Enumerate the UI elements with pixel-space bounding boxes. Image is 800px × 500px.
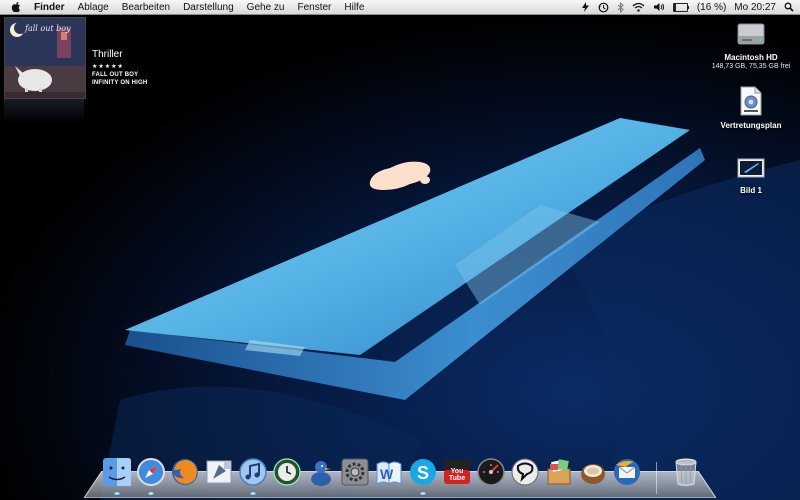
screenshot-image-icon [737, 157, 765, 186]
dock: W S You Tube [100, 455, 644, 491]
dock-adium[interactable] [304, 455, 338, 489]
desktop-icon-label: Vertretungsplan [720, 121, 782, 130]
hard-drive-icon [736, 20, 766, 53]
running-indicator-safari [148, 492, 154, 495]
desktop-icon-sublabel: 148,73 GB, 75,35 GB frei [711, 63, 791, 70]
album-cover: fall out boy [4, 17, 86, 99]
menu-gehe-zu[interactable]: Gehe zu [247, 2, 285, 13]
itunes-icon [239, 458, 267, 486]
dock-safari[interactable] [134, 455, 168, 489]
coconut-icon [581, 464, 605, 484]
running-indicator-skype [420, 492, 426, 495]
menu-extras: (16 %) Mo 20:27 [573, 0, 794, 14]
dock-youtube[interactable]: You Tube [440, 455, 474, 489]
menu-bar: Finder Ablage Bearbeiten Darstellung Geh… [0, 0, 800, 15]
running-indicator-itunes [250, 492, 256, 495]
track-rating: ★★★★★ [92, 64, 124, 70]
firefox-icon [172, 459, 198, 485]
dock-system-preferences[interactable] [338, 455, 372, 489]
system-preferences-icon [341, 458, 369, 486]
safari-icon [137, 458, 165, 486]
dock-finder[interactable] [100, 455, 134, 489]
menu-ablage[interactable]: Ablage [78, 2, 109, 13]
desktop-icon-label: Bild 1 [740, 186, 762, 195]
dock-pidgin[interactable] [508, 455, 542, 489]
photo-box-icon [547, 459, 571, 485]
desktop-icon-label: Macintosh HD [724, 53, 778, 62]
flash-icon[interactable] [581, 2, 590, 12]
time-machine-icon [273, 458, 301, 486]
spotlight-icon[interactable] [784, 2, 794, 12]
running-indicator-finder [114, 492, 120, 495]
word-icon: W [376, 461, 402, 486]
album-reflection [4, 99, 84, 123]
trash-icon [675, 458, 697, 486]
album-art-text: fall out boy [25, 24, 71, 33]
track-info: Thriller ★★★★★ FALL OUT BOY INFINITY ON … [92, 49, 147, 86]
dock-photo-box[interactable] [542, 455, 576, 489]
dock-firefox[interactable] [168, 455, 202, 489]
bluetooth-icon[interactable] [617, 1, 624, 13]
skype-icon: S [410, 459, 436, 485]
track-title: Thriller [92, 49, 123, 60]
now-playing-widget: fall out boy [4, 17, 88, 123]
menu-bearbeiten[interactable]: Bearbeiten [122, 2, 170, 13]
apple-logo-icon[interactable] [10, 1, 22, 13]
svg-text:W: W [380, 466, 394, 482]
adium-duck-icon [311, 461, 331, 486]
dock-itunes[interactable] [236, 455, 270, 489]
track-artist: FALL OUT BOY [92, 72, 139, 78]
menu-finder[interactable]: Finder [34, 2, 65, 13]
svg-text:S: S [417, 463, 429, 483]
desktop-icon-macintosh-hd[interactable]: Macintosh HD 148,73 GB, 75,35 GB frei [706, 20, 796, 70]
dock-dashboard[interactable] [474, 455, 508, 489]
desktop-icon-bild-1[interactable]: Bild 1 [721, 157, 781, 195]
dock-thunderbird[interactable] [610, 455, 644, 489]
youtube-label: You Tube [448, 467, 466, 482]
dock-word[interactable]: W [372, 455, 406, 489]
menu-darstellung[interactable]: Darstellung [183, 2, 234, 13]
time-machine-icon[interactable] [598, 2, 609, 13]
dock-divider [656, 462, 657, 494]
menu-clock[interactable]: Mo 20:27 [734, 2, 776, 13]
thunderbird-icon [614, 459, 640, 485]
track-album: INFINITY ON HIGH [92, 80, 148, 86]
menu-hilfe[interactable]: Hilfe [344, 2, 364, 13]
desktop-icon-vertretungsplan[interactable]: Vertretungsplan [711, 86, 791, 130]
wifi-icon[interactable] [632, 2, 645, 12]
mail-icon [206, 460, 232, 484]
battery-icon[interactable] [672, 2, 689, 12]
dock-mail[interactable] [202, 455, 236, 489]
dock-coconut-battery[interactable] [576, 455, 610, 489]
dock-time-machine[interactable] [270, 455, 304, 489]
menu-fenster[interactable]: Fenster [297, 2, 331, 13]
dock-skype[interactable]: S [406, 455, 440, 489]
dock-trash[interactable] [669, 455, 703, 489]
dashboard-icon [477, 458, 505, 486]
archive-file-icon [739, 86, 763, 121]
chat-bubble-icon [511, 458, 539, 486]
volume-icon[interactable] [653, 2, 665, 12]
battery-percentage: (16 %) [696, 1, 727, 13]
finder-icon [103, 458, 131, 486]
